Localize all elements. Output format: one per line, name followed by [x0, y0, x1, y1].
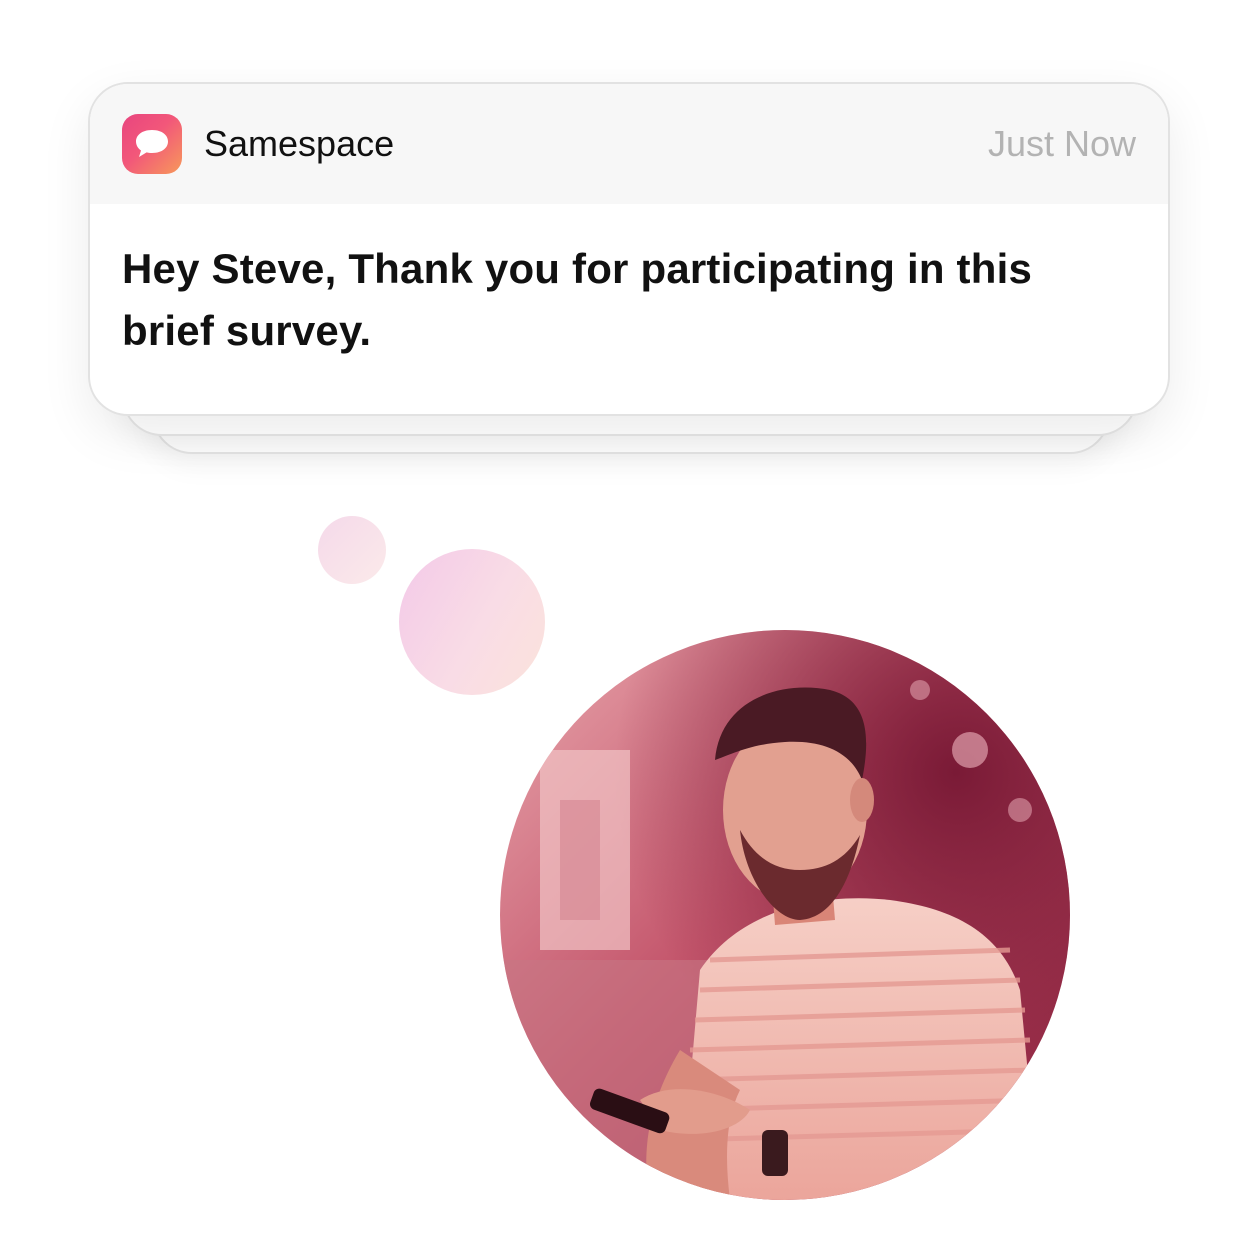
app-name: Samespace	[204, 123, 395, 164]
thought-bubble-large	[399, 549, 545, 695]
man-looking-at-phone-photo	[500, 630, 1070, 1200]
notification-timestamp: Just Now	[987, 123, 1136, 164]
notification-message: Hey Steve, Thank you for participating i…	[122, 245, 1033, 354]
chat-bubble-icon	[122, 114, 182, 174]
stage: Samespace Just Now Hey Steve, Thank you …	[0, 0, 1260, 1260]
notification-card[interactable]: Samespace Just Now Hey Steve, Thank you …	[88, 82, 1170, 416]
thought-bubble-small	[318, 516, 386, 584]
notification-header: Samespace Just Now	[90, 84, 1168, 204]
